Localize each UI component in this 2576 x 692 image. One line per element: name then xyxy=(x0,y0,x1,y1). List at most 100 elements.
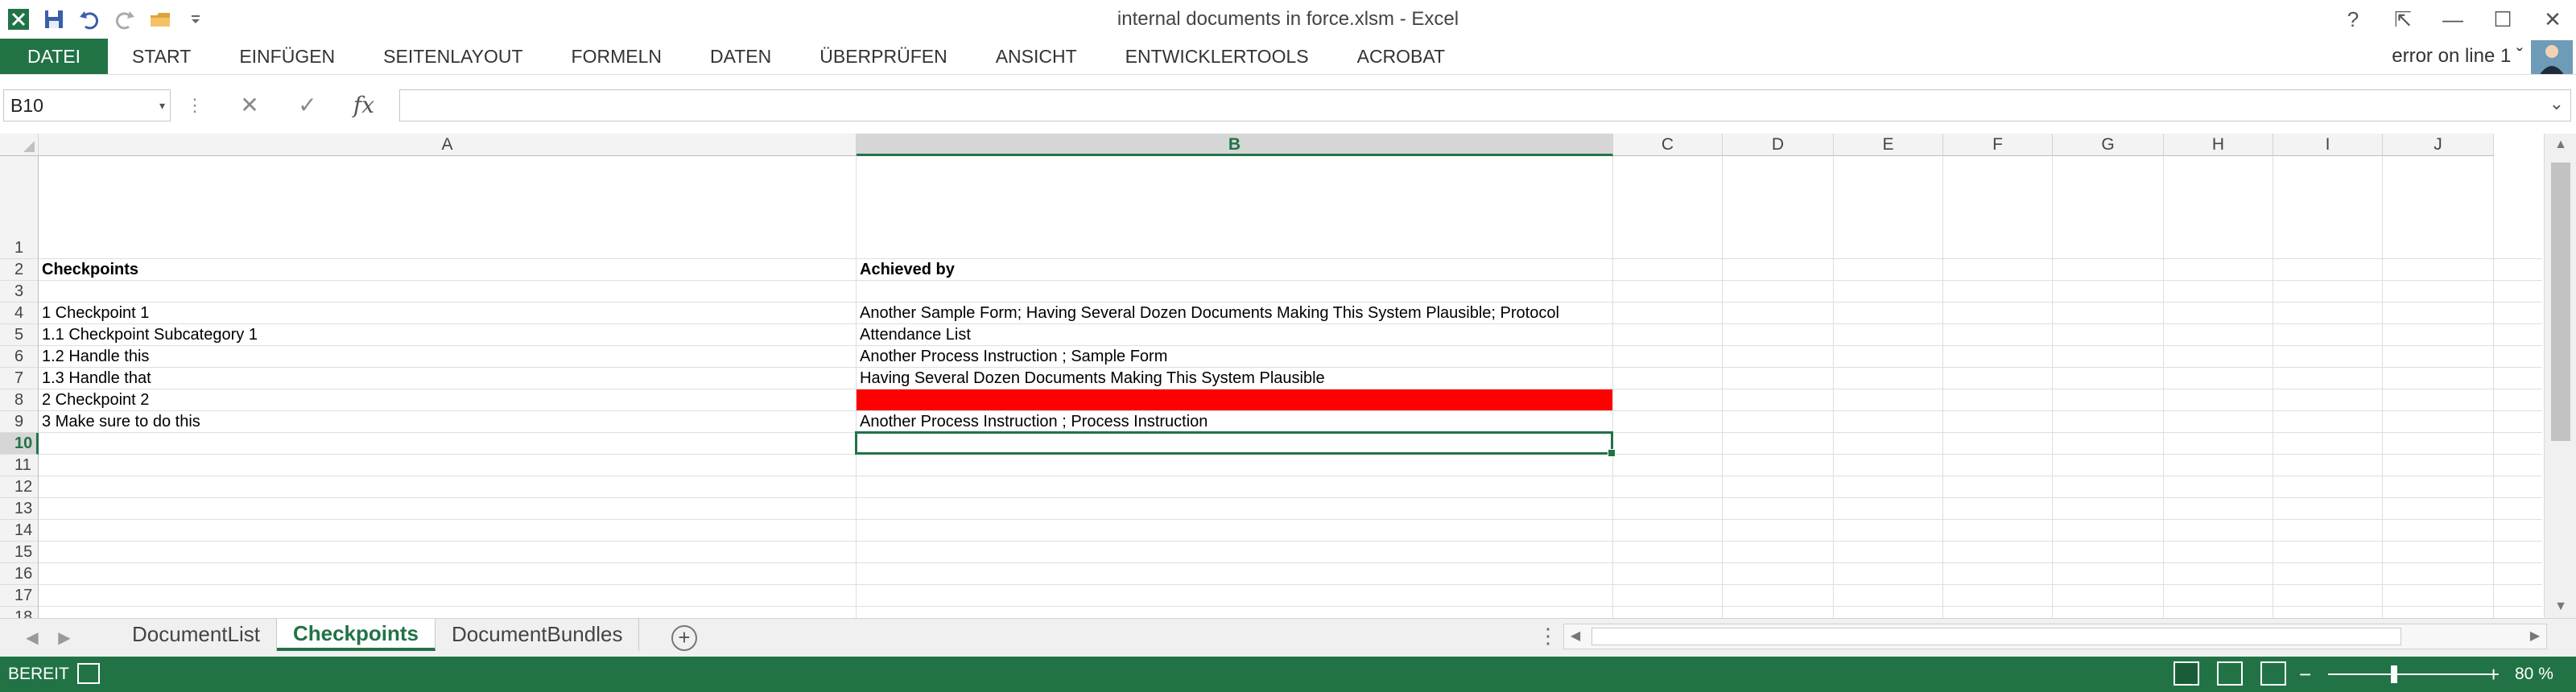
active-cell-selection[interactable] xyxy=(855,431,1616,457)
row-header-14[interactable]: 14 xyxy=(0,520,39,542)
column-header-i[interactable]: I xyxy=(2273,134,2383,156)
cell-a2[interactable]: Checkpoints xyxy=(39,259,857,281)
vertical-scrollbar[interactable]: ▲ ▼ xyxy=(2544,134,2576,618)
zoom-level[interactable]: 80 % xyxy=(2515,657,2553,692)
sheet-tab-documentbundles[interactable]: DocumentBundles xyxy=(436,619,640,651)
cell-a8[interactable]: 2 Checkpoint 2 xyxy=(39,389,857,411)
scroll-up-icon[interactable]: ▲ xyxy=(2545,134,2576,156)
cell-b8[interactable] xyxy=(857,389,1613,411)
formula-input[interactable]: ⌄ xyxy=(399,89,2571,122)
row-header-4[interactable]: 4 xyxy=(0,303,39,324)
name-box-dropdown-icon[interactable]: ▾ xyxy=(159,90,165,121)
cell-a7[interactable]: 1.3 Handle that xyxy=(39,368,857,389)
cell-b2[interactable]: Achieved by xyxy=(857,259,1613,281)
normal-view-icon[interactable] xyxy=(2174,661,2199,686)
scroll-down-icon[interactable]: ▼ xyxy=(2545,595,2576,618)
name-box[interactable]: B10 ▾ xyxy=(3,89,171,122)
zoom-slider[interactable] xyxy=(2328,673,2489,675)
minimize-button[interactable]: — xyxy=(2434,3,2471,35)
column-header-c[interactable]: C xyxy=(1613,134,1723,156)
row-header-5[interactable]: 5 xyxy=(0,324,39,346)
horizontal-scroll-thumb[interactable] xyxy=(1591,628,2401,645)
help-button[interactable]: ? xyxy=(2334,3,2372,35)
column-header-j[interactable]: J xyxy=(2383,134,2494,156)
cell-b9[interactable]: Another Process Instruction ; Process In… xyxy=(857,411,1613,433)
avatar[interactable] xyxy=(2531,40,2573,76)
row-header-17[interactable]: 17 xyxy=(0,585,39,607)
column-header-f[interactable]: F xyxy=(1943,134,2053,156)
ribbon-tab-formeln[interactable]: FORMELN xyxy=(547,39,686,74)
row-header-10[interactable]: 10 xyxy=(0,433,39,455)
ribbon-tab-seitenlayout[interactable]: SEITENLAYOUT xyxy=(359,39,547,74)
row-header-11[interactable]: 11 xyxy=(0,455,39,476)
confirm-entry-icon[interactable]: ✓ xyxy=(291,89,324,122)
sheet-tabs: DocumentList Checkpoints DocumentBundles xyxy=(116,619,640,651)
close-button[interactable]: ✕ xyxy=(2534,3,2571,35)
insert-function-icon[interactable]: fx xyxy=(348,89,380,122)
ribbon-tab-bar: DATEI START EINFÜGEN SEITENLAYOUT FORMELN DAT… xyxy=(0,39,2576,76)
previous-sheet-icon[interactable]: ◀ xyxy=(21,627,43,649)
row-header-3[interactable]: 3 xyxy=(0,281,39,303)
ribbon-tab-acrobat[interactable]: ACROBAT xyxy=(1333,39,1469,74)
cell-b5[interactable]: Attendance List xyxy=(857,324,1613,346)
zoom-in-button[interactable]: + xyxy=(2487,657,2500,692)
ribbon-tab-datei[interactable]: DATEI xyxy=(0,39,109,74)
cell-b4[interactable]: Another Sample Form; Having Several Doze… xyxy=(857,303,1613,324)
ribbon-display-button[interactable]: ⇱ xyxy=(2384,3,2421,35)
sheet-tab-documentlist[interactable]: DocumentList xyxy=(116,619,277,651)
cell-b7[interactable]: Having Several Dozen Documents Making Th… xyxy=(857,368,1613,389)
maximize-button[interactable]: ☐ xyxy=(2484,3,2521,35)
view-switcher xyxy=(2174,661,2286,686)
column-header-g[interactable]: G xyxy=(2053,134,2164,156)
ribbon-tab-daten[interactable]: DATEN xyxy=(686,39,795,74)
tab-split-handle-icon[interactable]: ⋮ xyxy=(1538,624,1558,649)
ribbon-tab-überprüfen[interactable]: ÜBERPRÜFEN xyxy=(795,39,971,74)
row-header-12[interactable]: 12 xyxy=(0,476,39,498)
cell-a6[interactable]: 1.2 Handle this xyxy=(39,346,857,368)
gridline xyxy=(39,497,2542,498)
column-header-a[interactable]: A xyxy=(39,134,857,156)
horizontal-scrollbar[interactable]: ◀ ▶ xyxy=(1563,624,2547,649)
ribbon-tabs: DATEI START EINFÜGEN SEITENLAYOUT FORMELN DAT… xyxy=(0,39,1469,74)
row-header-1[interactable]: 1 xyxy=(0,156,39,259)
column-header-e[interactable]: E xyxy=(1834,134,1943,156)
worksheet-grid[interactable]: A B C D E F G H I J 1 2 3 4 5 6 7 8 9 10 11 12 13 14 15 16 17 18 Che… xyxy=(0,134,2576,618)
select-all-corner[interactable] xyxy=(0,134,39,156)
formula-bar-more-icon[interactable]: ⋮ xyxy=(179,89,211,122)
scroll-left-icon[interactable]: ◀ xyxy=(1564,624,1587,649)
row-header-16[interactable]: 16 xyxy=(0,563,39,585)
row-header-9[interactable]: 9 xyxy=(0,411,39,433)
column-header-d[interactable]: D xyxy=(1723,134,1834,156)
ribbon-tab-entwicklertools[interactable]: ENTWICKLERTOOLS xyxy=(1101,39,1333,74)
row-header-13[interactable]: 13 xyxy=(0,498,39,520)
cancel-entry-icon[interactable]: ✕ xyxy=(233,89,266,122)
add-sheet-button[interactable]: + xyxy=(671,625,697,651)
zoom-slider-handle[interactable] xyxy=(2391,665,2397,683)
row-header-18[interactable]: 18 xyxy=(0,607,39,618)
gridline xyxy=(39,606,2542,607)
column-header-b[interactable]: B xyxy=(857,134,1613,156)
page-layout-view-icon[interactable] xyxy=(2217,661,2243,686)
cell-a5[interactable]: 1.1 Checkpoint Subcategory 1 xyxy=(39,324,857,346)
zoom-out-button[interactable]: − xyxy=(2299,657,2311,692)
scroll-right-icon[interactable]: ▶ xyxy=(2524,624,2546,649)
cell-a4[interactable]: 1 Checkpoint 1 xyxy=(39,303,857,324)
sheet-tab-checkpoints[interactable]: Checkpoints xyxy=(276,619,436,651)
ribbon-tab-ansicht[interactable]: ANSICHT xyxy=(972,39,1101,74)
row-header-8[interactable]: 8 xyxy=(0,389,39,411)
cell-a9[interactable]: 3 Make sure to do this xyxy=(39,411,857,433)
row-header-2[interactable]: 2 xyxy=(0,259,39,281)
user-account[interactable]: error on line 1 ˇ xyxy=(2392,39,2523,74)
row-header-6[interactable]: 6 xyxy=(0,346,39,368)
row-header-7[interactable]: 7 xyxy=(0,368,39,389)
cell-b6[interactable]: Another Process Instruction ; Sample For… xyxy=(857,346,1613,368)
ribbon-tab-start[interactable]: START xyxy=(108,39,215,74)
ribbon-tab-einfügen[interactable]: EINFÜGEN xyxy=(215,39,359,74)
expand-formula-bar-icon[interactable]: ⌄ xyxy=(2549,93,2564,114)
row-header-15[interactable]: 15 xyxy=(0,542,39,563)
next-sheet-icon[interactable]: ▶ xyxy=(53,627,76,649)
page-break-view-icon[interactable] xyxy=(2260,661,2286,686)
column-header-h[interactable]: H xyxy=(2164,134,2273,156)
vertical-scroll-thumb[interactable] xyxy=(2551,163,2570,441)
macro-recording-icon[interactable] xyxy=(77,663,100,684)
